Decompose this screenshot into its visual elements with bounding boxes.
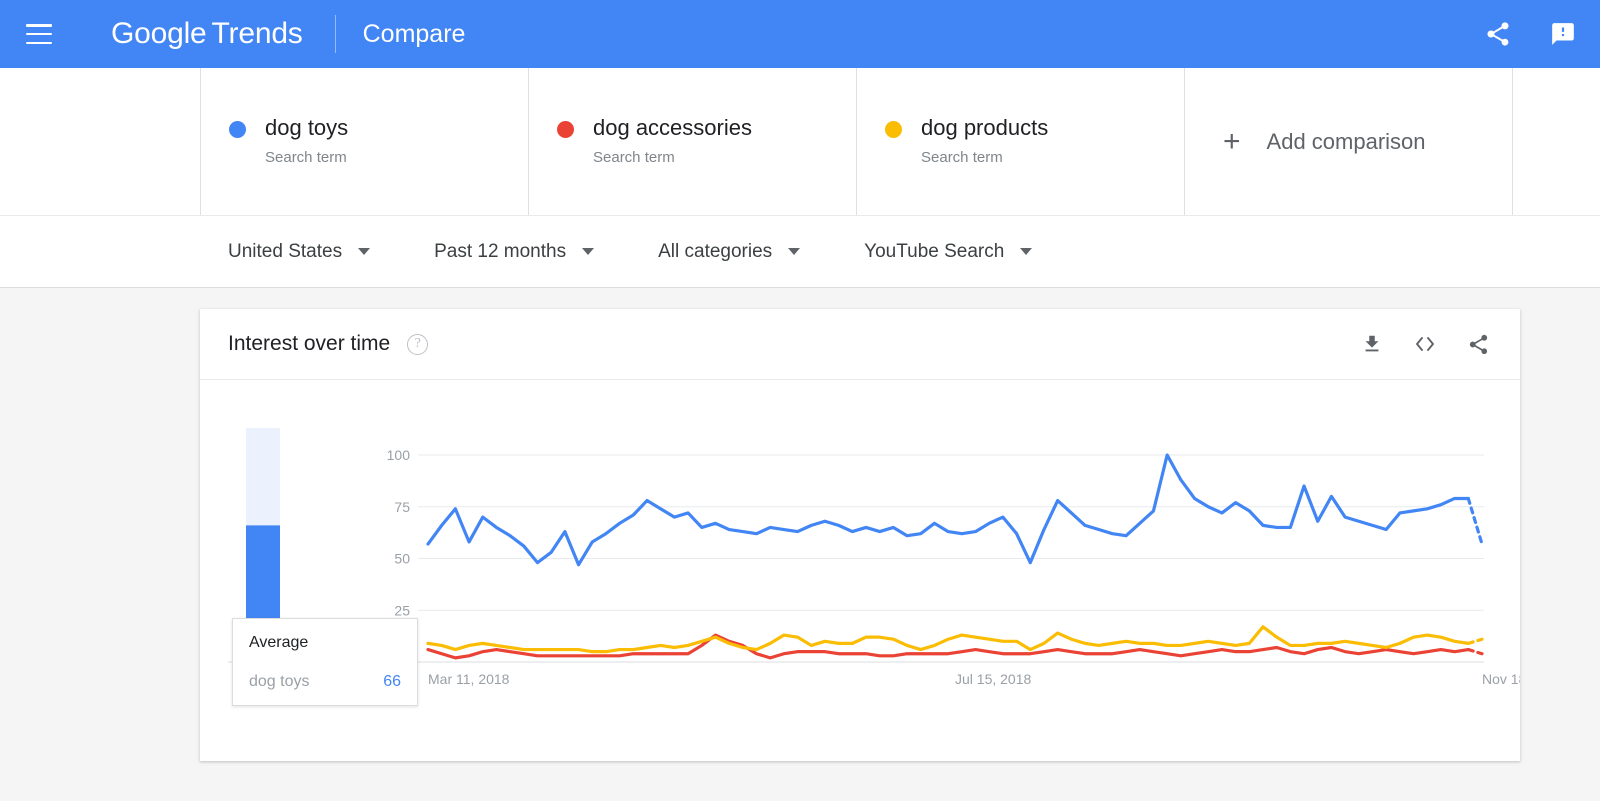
app-bar-actions — [1484, 20, 1576, 48]
search-terms-row: dog toys Search term dog accessories Sea… — [0, 68, 1600, 216]
download-icon[interactable] — [1361, 333, 1383, 355]
chevron-down-icon — [582, 248, 595, 255]
terms-left-gutter — [0, 68, 200, 215]
brand-trends-text: Trends — [211, 17, 303, 50]
help-circle-icon[interactable]: ? — [407, 333, 429, 355]
filter-location[interactable]: United States — [228, 240, 371, 263]
series-color-dot-1 — [229, 121, 246, 138]
share-icon[interactable] — [1484, 20, 1512, 48]
brand-google-text: Google — [111, 17, 207, 50]
add-comparison-button[interactable]: + Add comparison — [1184, 68, 1512, 215]
search-term-name-1: dog toys — [265, 115, 349, 140]
tooltip-title: Average — [249, 634, 309, 651]
plus-icon: + — [1223, 124, 1241, 158]
search-term-card-3[interactable]: dog products Search term — [856, 68, 1184, 215]
filter-category-label: All categories — [658, 240, 773, 262]
search-term-subtitle-3: Search term — [921, 148, 1003, 166]
svg-text:Mar 11, 2018: Mar 11, 2018 — [428, 671, 510, 687]
search-term-name-3: dog products — [921, 115, 1049, 140]
terms-right-gutter — [1512, 68, 1600, 215]
header-divider — [334, 15, 336, 53]
svg-text:Jul 15, 2018: Jul 15, 2018 — [955, 671, 1031, 687]
page-title: Interest over time — [228, 332, 391, 355]
page-body: Interest over time ? 100 75 50 25 Mar 11… — [0, 288, 1600, 797]
chart-area[interactable]: 100 75 50 25 Average Mar 11, 2018 Jul 15, 2018… — [200, 380, 1520, 760]
tooltip-row: dog toys 66 — [249, 673, 401, 691]
filter-time-range[interactable]: Past 12 months — [434, 240, 595, 263]
search-term-name-2: dog accessories — [593, 115, 752, 140]
filter-search-type[interactable]: YouTube Search — [864, 240, 1033, 263]
svg-text:75: 75 — [394, 499, 410, 515]
chart-tooltip: Average dog toys 66 — [232, 618, 418, 706]
brand-logo[interactable]: Google Trends — [111, 17, 303, 51]
compare-nav-link[interactable]: Compare — [363, 20, 466, 49]
tooltip-series-name: dog toys — [249, 673, 310, 690]
filter-search-type-label: YouTube Search — [864, 240, 1005, 262]
filter-time-range-label: Past 12 months — [434, 240, 567, 262]
filter-category[interactable]: All categories — [658, 240, 801, 263]
search-term-card-1[interactable]: dog toys Search term — [200, 68, 528, 215]
search-term-subtitle-2: Search term — [593, 148, 675, 166]
svg-text:50: 50 — [394, 551, 410, 567]
embed-code-icon[interactable] — [1413, 332, 1437, 356]
tooltip-series-value: 66 — [383, 673, 401, 690]
chevron-down-icon — [358, 248, 371, 255]
svg-text:100: 100 — [387, 447, 411, 463]
card-toolbar — [1361, 332, 1490, 356]
svg-text:25: 25 — [394, 602, 410, 618]
series-color-dot-2 — [557, 121, 574, 138]
hamburger-menu-icon[interactable] — [26, 24, 52, 44]
series-color-dot-3 — [885, 121, 902, 138]
app-bar: Google Trends Compare — [0, 0, 1600, 68]
feedback-icon[interactable] — [1550, 21, 1576, 47]
add-comparison-label: Add comparison — [1266, 128, 1426, 154]
card-header: Interest over time ? — [200, 309, 1520, 380]
svg-text:Nov 18, 2018: Nov 18, 2018 — [1482, 671, 1520, 687]
chevron-down-icon — [1020, 248, 1033, 255]
filter-bar: United States Past 12 months All categor… — [0, 216, 1600, 288]
search-term-subtitle-1: Search term — [265, 148, 347, 166]
share-icon[interactable] — [1467, 333, 1490, 356]
search-term-card-2[interactable]: dog accessories Search term — [528, 68, 856, 215]
filter-location-label: United States — [228, 240, 343, 262]
interest-over-time-card: Interest over time ? 100 75 50 25 Mar 11… — [200, 309, 1520, 761]
chevron-down-icon — [788, 248, 801, 255]
